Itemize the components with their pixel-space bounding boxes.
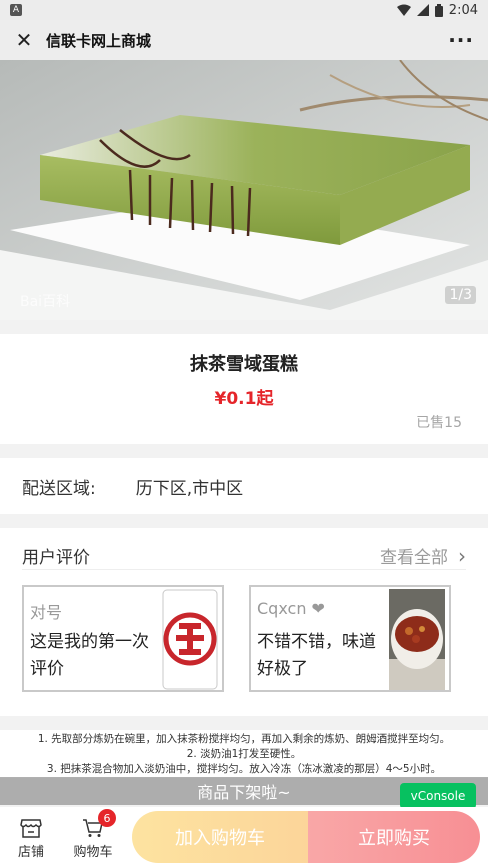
page-title: 信联卡网上商城 xyxy=(46,31,152,50)
wifi-icon xyxy=(396,4,411,16)
sold-count: 已售15 xyxy=(416,415,462,431)
cart-label: 购物车 xyxy=(73,845,113,860)
status-bar: A 2:04 xyxy=(0,0,488,20)
food-photo xyxy=(389,589,445,690)
product-price: ¥0.1起 xyxy=(214,389,274,409)
shop-icon xyxy=(20,819,42,838)
add-to-cart-button[interactable]: 加入购物车 xyxy=(132,811,308,863)
shop-label: 店铺 xyxy=(17,845,44,860)
view-all-label: 查看全部 xyxy=(380,548,448,568)
chevron-right-icon: › xyxy=(458,543,466,568)
more-icon[interactable]: ··· xyxy=(448,28,474,52)
delivery-label: 配送区域: xyxy=(22,478,96,499)
clock: 2:04 xyxy=(448,2,478,18)
battery-icon xyxy=(434,3,443,17)
buy-now-button[interactable]: 立即购买 xyxy=(308,811,480,863)
description-line: 2. 淡奶油1打发至硬性。 xyxy=(186,748,302,760)
cake-image: Bai百科 xyxy=(0,60,488,320)
product-image-carousel[interactable]: Bai百科 1/3 xyxy=(0,60,488,320)
title-bar: ✕ 信联卡网上商城 ··· xyxy=(0,20,488,60)
description-line: 3. 把抹茶混合物加入淡奶油中，搅拌均匀。放入冷冻（冻冰激凌的那层）4～5小时。 xyxy=(46,763,442,775)
delivery-area: 配送区域: 历下区,市中区 xyxy=(0,458,488,514)
close-icon[interactable]: ✕ xyxy=(14,28,34,52)
review-user: Cqxcn ❤ xyxy=(257,599,325,618)
reviews-header: 用户评价 查看全部 › xyxy=(22,542,466,570)
vconsole-button[interactable]: vConsole xyxy=(400,783,476,809)
description-line: 1. 先取部分炼奶在碗里，加入抹茶粉搅拌均匀，再加入剩余的炼奶、朗姆酒搅拌至均匀… xyxy=(37,733,451,745)
review-card[interactable]: 对号 这是我的第一次评价 xyxy=(22,585,224,692)
shop-tab[interactable]: 店铺 xyxy=(6,815,56,860)
review-card[interactable]: Cqxcn ❤ 不错不错，味道好极了 xyxy=(249,585,451,692)
notification-icon: A xyxy=(10,4,22,16)
status-icons: 2:04 xyxy=(396,2,478,18)
image-counter: 1/3 xyxy=(445,286,476,304)
signal-icon xyxy=(416,4,429,16)
review-text: 这是我的第一次评价 xyxy=(30,632,149,679)
reviews-section: 用户评价 查看全部 › 对号 这是我的第一次评价 Cqxcn ❤ 不错不错，味道… xyxy=(0,528,488,716)
product-description: 1. 先取部分炼奶在碗里，加入抹茶粉搅拌均匀，再加入剩余的炼奶、朗姆酒搅拌至均匀… xyxy=(0,730,488,778)
cart-tab[interactable]: 购物车 6 xyxy=(68,809,118,860)
delivery-value: 历下区,市中区 xyxy=(135,478,244,499)
review-text: 不错不错，味道好极了 xyxy=(257,632,376,679)
watermark: Bai百科 xyxy=(20,294,70,310)
view-all-reviews-link[interactable]: 查看全部 › xyxy=(380,543,466,569)
cart-count-badge: 6 xyxy=(98,809,116,827)
product-name: 抹茶雪域蛋糕 xyxy=(190,354,298,375)
reviews-title: 用户评价 xyxy=(22,548,90,568)
bottom-action-bar: 店铺 购物车 6 加入购物车 立即购买 xyxy=(0,807,488,867)
review-user: 对号 xyxy=(30,603,63,622)
bank-logo-icon xyxy=(162,589,218,690)
product-info: 抹茶雪域蛋糕 ¥0.1起 已售15 xyxy=(0,334,488,444)
